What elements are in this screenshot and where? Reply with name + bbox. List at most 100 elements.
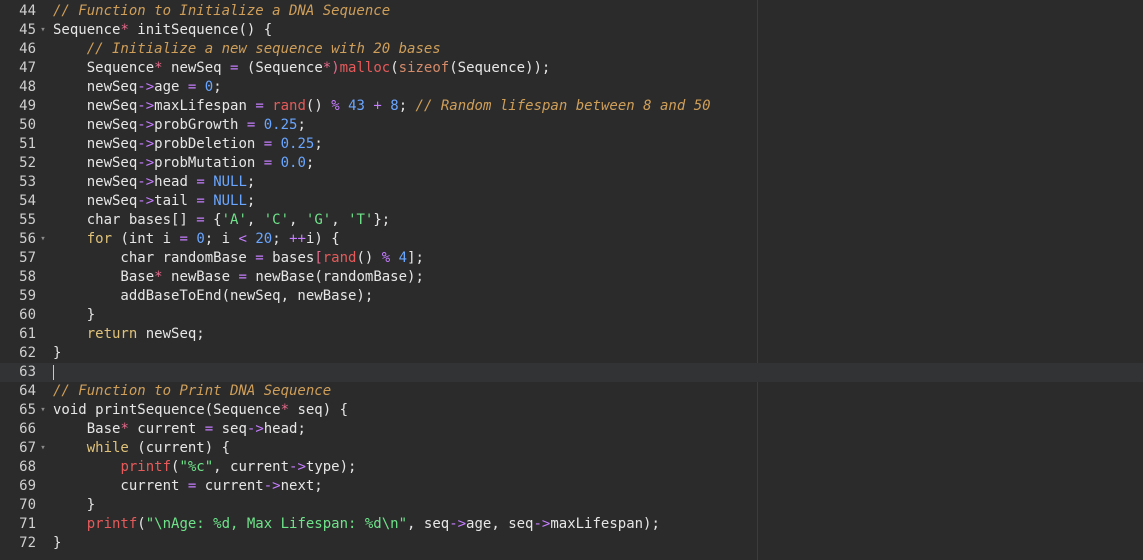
code-token: tail [154,193,197,209]
code-line[interactable]: 51 newSeq->probDeletion = 0.25; [0,135,1143,154]
code-token: i) { [305,231,340,247]
code-text: newSeq->maxLifespan = rand() % 43 + 8; /… [53,97,711,116]
code-token: for [86,231,113,247]
code-token: , [289,212,306,228]
code-text: } [53,534,61,553]
line-number: 48 [19,79,36,95]
code-line[interactable]: 69 current = current->next; [0,477,1143,496]
code-line[interactable]: 71 printf("\nAge: %d, Max Lifespan: %d\n… [0,515,1143,534]
code-line[interactable]: 44 // Function to Initialize a DNA Sequen… [0,2,1143,21]
code-token: , [246,212,264,228]
code-line[interactable]: 66 Base* current = seq->head; [0,420,1143,439]
code-token: 0 [196,231,205,247]
code-line[interactable]: 60 } [0,306,1143,325]
code-line[interactable]: 67 ▾ while (current) { [0,439,1143,458]
code-token: char bases[] [53,212,197,228]
line-number: 63 [19,364,36,380]
code-token: *) [322,60,340,76]
code-token: -> [246,421,264,437]
code-line[interactable]: 63 [0,363,1143,382]
code-line[interactable]: 57 char randomBase = bases[rand() % 4]; [0,249,1143,268]
code-token: } [53,497,96,513]
code-text: while (current) { [53,439,230,458]
code-token: 0 [204,79,214,95]
line-number: 45 [19,22,36,38]
code-token: age, seq [466,516,534,532]
code-token: (Sequence)); [449,60,551,76]
code-line[interactable]: 53 newSeq->head = NULL; [0,173,1143,192]
code-line[interactable]: 54 newSeq->tail = NULL; [0,192,1143,211]
code-line[interactable]: 72} [0,534,1143,553]
code-text: newSeq->tail = NULL; [53,192,256,211]
code-text: void printSequence(Sequence* seq) { [53,401,348,420]
code-token: Sequence [53,60,155,76]
line-number: 72 [19,535,36,551]
code-line[interactable]: 47 Sequence* newSeq = (Sequence*)malloc(… [0,59,1143,78]
code-line[interactable]: 62} [0,344,1143,363]
code-token: % [381,250,391,266]
line-number: 50 [19,117,36,133]
code-text: // Function to Initialize a DNA Sequence [53,2,390,21]
code-line[interactable]: 52 newSeq->probMutation = 0.0; [0,154,1143,173]
code-lines[interactable]: 44 // Function to Initialize a DNA Sequen… [0,2,1143,553]
code-token: = [179,231,188,247]
code-token: = [196,193,205,209]
code-token: = [238,269,247,285]
code-line[interactable]: 64 // Function to Print DNA Sequence [0,382,1143,401]
code-line[interactable]: 46 // Initialize a new sequence with 20 … [0,40,1143,59]
fold-toggle-icon[interactable]: ▾ [38,230,48,249]
code-token: bases [263,250,315,266]
code-token: newSeq [53,79,138,95]
fold-toggle-icon[interactable]: ▾ [38,21,48,40]
code-token: = [196,174,205,190]
code-line[interactable]: 65 ▾ void printSequence(Sequence* seq) { [0,401,1143,420]
code-token: ; [398,98,416,114]
code-token: 0.25 [280,136,315,152]
code-line[interactable]: 70 } [0,496,1143,515]
code-token: (current) { [128,440,231,456]
code-line[interactable]: 68 printf("%c", current->type); [0,458,1143,477]
code-token: newBase(randomBase); [246,269,424,285]
code-line[interactable]: 58 Base* newBase = newBase(randomBase); [0,268,1143,287]
code-line[interactable]: 48 newSeq->age = 0; [0,78,1143,97]
code-line[interactable]: 55 char bases[] = {'A', 'C', 'G', 'T'}; [0,211,1143,230]
code-text: Base* current = seq->head; [53,420,306,439]
code-token: current [53,478,188,494]
code-token: newSeq [53,174,138,190]
line-number: 62 [19,345,36,361]
code-line[interactable]: 49 newSeq->maxLifespan = rand() % 43 + 8… [0,97,1143,116]
code-line[interactable]: 45 ▾ Sequence* initSequence() { [0,21,1143,40]
code-line[interactable]: 56 ▾ for (int i = 0; i < 20; ++i) { [0,230,1143,249]
code-token: [ [314,250,323,266]
fold-toggle-icon[interactable]: ▾ [38,439,48,458]
code-token: -> [137,79,155,95]
line-number: 71 [19,516,36,532]
code-editor[interactable]: 44 // Function to Initialize a DNA Sequen… [0,0,1143,560]
code-token: + [373,98,382,114]
line-number: 47 [19,60,36,76]
text-cursor [53,364,54,380]
code-token: (Sequence [238,60,323,76]
code-token: seq [213,421,247,437]
code-line[interactable]: 59 addBaseToEnd(newSeq, newBase); [0,287,1143,306]
code-line[interactable]: 61 return newSeq; [0,325,1143,344]
code-token: Base [53,269,155,285]
code-token: void printSequence(Sequence [53,402,281,418]
code-line[interactable]: 50 newSeq->probGrowth = 0.25; [0,116,1143,135]
code-token: -> [263,478,281,494]
code-text: return newSeq; [53,325,205,344]
code-text: } [53,306,95,325]
code-text: newSeq->head = NULL; [53,173,256,192]
line-number: 55 [19,212,36,228]
code-token: head; [263,421,306,437]
fold-toggle-icon[interactable]: ▾ [38,401,48,420]
